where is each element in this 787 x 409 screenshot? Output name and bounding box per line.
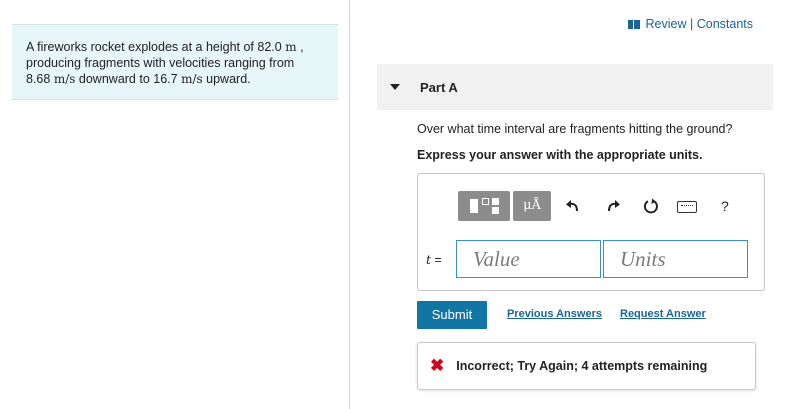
- feedback-text: Incorrect; Try Again; 4 attempts remaini…: [456, 359, 708, 373]
- answer-variable-label: t =: [426, 252, 442, 267]
- part-a-header[interactable]: Part A: [377, 64, 773, 110]
- undo-icon[interactable]: [565, 198, 581, 214]
- submit-button[interactable]: Submit: [417, 301, 487, 329]
- problem-line-3: 8.68 m/s downward to 16.7 m/s upward.: [26, 72, 251, 86]
- problem-statement: A fireworks rocket explodes at a height …: [12, 24, 338, 100]
- instruction-text: Express your answer with the appropriate…: [417, 148, 703, 162]
- review-constants-link[interactable]: Review | Constants: [627, 17, 753, 31]
- help-icon[interactable]: ?: [721, 198, 737, 214]
- pane-divider: [349, 0, 350, 409]
- units-button[interactable]: μÅ: [513, 191, 551, 221]
- review-constants-label: Review | Constants: [645, 17, 753, 31]
- unit-mps: m/s: [53, 72, 76, 86]
- keyboard-icon[interactable]: [677, 201, 697, 213]
- x-mark-icon: ✖: [430, 356, 445, 375]
- caret-down-icon[interactable]: [390, 84, 400, 90]
- request-answer-link[interactable]: Request Answer: [620, 308, 706, 320]
- problem-line-2: producing fragments with velocities rang…: [26, 56, 295, 70]
- previous-answers-link[interactable]: Previous Answers: [507, 308, 602, 320]
- templates-icon: [470, 199, 478, 213]
- question-text: Over what time interval are fragments hi…: [417, 122, 733, 136]
- part-title: Part A: [420, 79, 458, 95]
- redo-icon[interactable]: [605, 198, 621, 214]
- templates-button[interactable]: [458, 191, 510, 221]
- value-input[interactable]: Value: [456, 240, 601, 278]
- book-icon: [627, 19, 640, 29]
- unit-meters: m: [285, 40, 297, 54]
- reset-icon[interactable]: [643, 198, 659, 214]
- unit-mps: m/s: [181, 72, 203, 86]
- units-input[interactable]: Units: [603, 240, 748, 278]
- problem-line-1: A fireworks rocket explodes at a height …: [26, 40, 304, 54]
- feedback-box: ✖ Incorrect; Try Again; 4 attempts remai…: [417, 342, 756, 390]
